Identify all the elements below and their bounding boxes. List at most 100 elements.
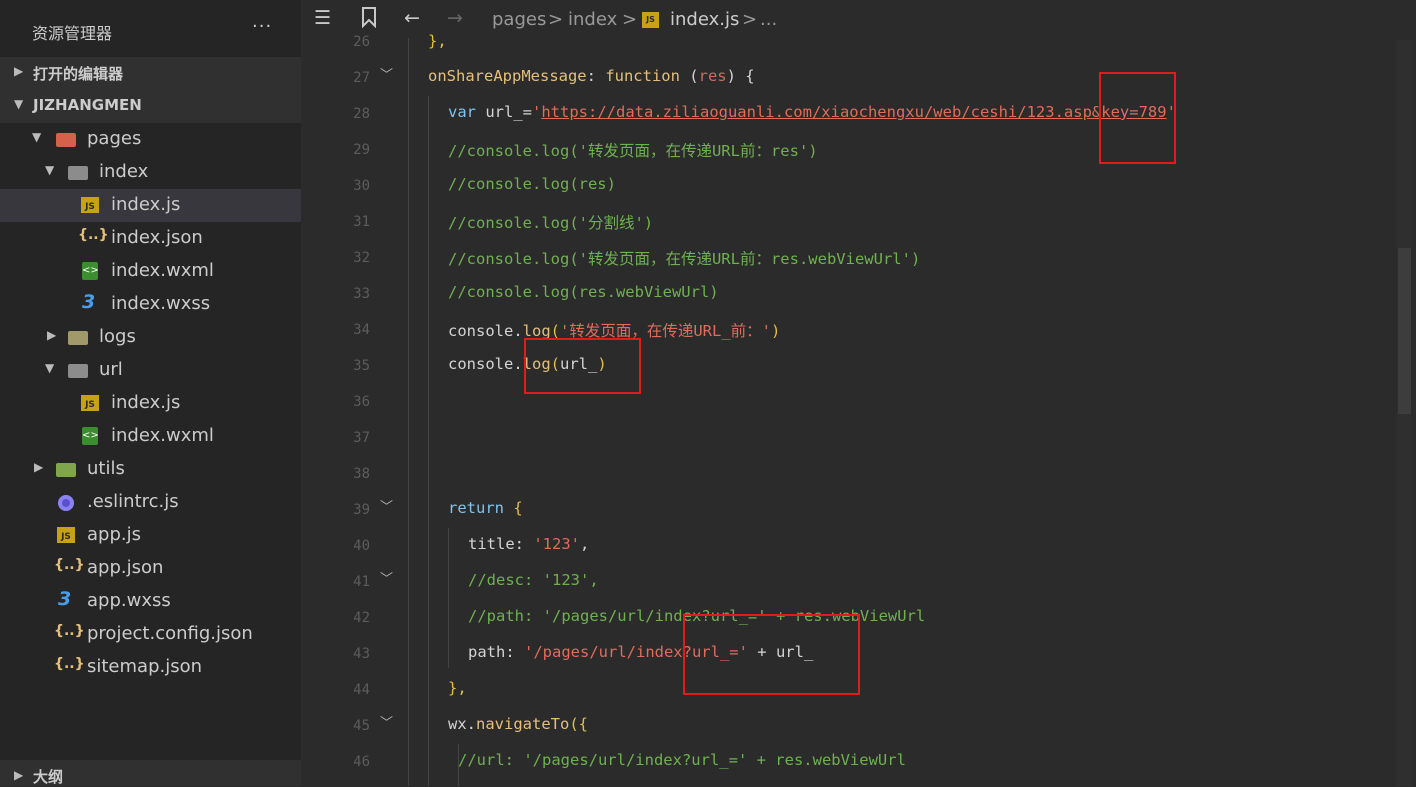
- tree-item-app-js[interactable]: JS app.js: [0, 519, 301, 552]
- tree-item-sitemap[interactable]: {..} sitemap.json: [0, 651, 301, 684]
- code-line-33: //console.log(res.webViewUrl): [448, 283, 719, 301]
- code-token: ) {: [726, 67, 755, 85]
- folder-pages-icon: [56, 133, 76, 147]
- explorer-title: 资源管理器: [32, 24, 113, 43]
- wxss-file-icon: 3: [58, 588, 72, 610]
- chevron-down-icon: ▼: [14, 97, 24, 111]
- code-token: return: [448, 499, 504, 517]
- code-token: :: [586, 67, 606, 85]
- breadcrumb-pages[interactable]: pages: [492, 9, 546, 30]
- json-file-icon: {..}: [78, 227, 109, 243]
- tree-item-index-json[interactable]: {..} index.json: [0, 222, 301, 255]
- chevron-right-icon: ▶: [14, 64, 24, 78]
- line-number: 32: [353, 250, 370, 266]
- fold-chevron-icon[interactable]: ﹀: [380, 712, 393, 731]
- code-line-26: },: [428, 32, 447, 50]
- list-icon[interactable]: ☰: [314, 7, 331, 29]
- line-number: 35: [353, 358, 370, 374]
- tree-item-label: project.config.json: [87, 623, 253, 644]
- tree-item-eslintrc[interactable]: .eslintrc.js: [0, 486, 301, 519]
- js-file-icon: JS: [642, 12, 659, 28]
- json-file-icon: {..}: [54, 656, 85, 672]
- tree-item-label: sitemap.json: [87, 656, 203, 677]
- line-number: 36: [353, 394, 370, 410]
- code-token: '123': [533, 535, 580, 553]
- code-line-44: },: [448, 679, 467, 697]
- code-token: navigateTo: [476, 715, 570, 733]
- fold-chevron-icon[interactable]: ﹀: [380, 496, 393, 515]
- url-link[interactable]: https://data.ziliaoguanli.com/xiaochengx…: [541, 103, 1166, 121]
- line-number: 26: [353, 34, 370, 50]
- code-token: ': [532, 103, 542, 121]
- tree-item-logs[interactable]: ▶ logs: [0, 321, 301, 354]
- tree-item-index-wxss[interactable]: 3 index.wxss: [0, 288, 301, 321]
- tree-item-label: index.wxml: [111, 425, 214, 446]
- code-token: console.: [448, 355, 523, 373]
- tree-item-label: index.js: [111, 392, 181, 413]
- code-token: res: [698, 67, 727, 85]
- tree-item-label: index.wxss: [111, 293, 211, 314]
- tree-item-project-config[interactable]: {..} project.config.json: [0, 618, 301, 651]
- section-open-editors[interactable]: ▶ 打开的编辑器: [0, 57, 301, 90]
- tree-item-pages[interactable]: ▼ pages: [0, 123, 301, 156]
- tree-item-label: index.json: [111, 227, 203, 248]
- fold-chevron-icon[interactable]: ﹀: [380, 64, 393, 83]
- tree-item-url-index-js[interactable]: JS index.js: [0, 387, 301, 420]
- tree-item-utils[interactable]: ▶ utils: [0, 453, 301, 486]
- tree-item-app-json[interactable]: {..} app.json: [0, 552, 301, 585]
- arrow-right-icon[interactable]: →: [447, 7, 463, 29]
- breadcrumb-file[interactable]: index.js: [670, 9, 739, 30]
- chevron-down-icon: ▼: [32, 130, 42, 144]
- js-file-icon: JS: [57, 527, 75, 543]
- tree-item-index-wxml[interactable]: <> index.wxml: [0, 255, 301, 288]
- tree-item-label: index.wxml: [111, 260, 214, 281]
- code-token: url_=: [476, 103, 532, 121]
- breadcrumb-index[interactable]: index: [568, 9, 617, 30]
- breadcrumb-separator: >: [742, 9, 758, 30]
- tree-item-url-index-wxml[interactable]: <> index.wxml: [0, 420, 301, 453]
- chevron-right-icon: ▶: [14, 768, 24, 782]
- scrollbar-thumb[interactable]: [1398, 248, 1411, 414]
- fold-chevron-icon[interactable]: ﹀: [380, 568, 393, 587]
- tree-item-app-wxss[interactable]: 3 app.wxss: [0, 585, 301, 618]
- js-file-icon: JS: [81, 395, 99, 411]
- line-number: 44: [353, 682, 370, 698]
- folder-utils-icon: [56, 463, 76, 477]
- bookmark-icon[interactable]: [360, 6, 378, 28]
- more-actions-icon[interactable]: ···: [252, 16, 272, 37]
- tree-item-label: app.wxss: [87, 590, 171, 611]
- section-outline[interactable]: ▶ 大纲: [0, 760, 301, 786]
- code-line-32: //console.log('转发页面，在传递URL前：res.webViewU…: [448, 250, 921, 268]
- code-line-41: //desc: '123',: [468, 571, 599, 589]
- highlight-box-url-key: [1099, 72, 1176, 164]
- line-number: 42: [353, 610, 370, 626]
- line-number: 30: [353, 178, 370, 194]
- explorer-header: 资源管理器 ···: [0, 0, 301, 56]
- arrow-left-icon[interactable]: ←: [404, 7, 420, 29]
- tree-item-label: app.js: [87, 524, 141, 545]
- code-area[interactable]: }, onShareAppMessage: function (res) { v…: [408, 32, 1398, 786]
- code-token: wx.: [448, 715, 476, 733]
- line-number: 31: [353, 214, 370, 230]
- editor-toolbar: ☰ ← → pages > index > JS index.js > ...: [302, 0, 1416, 38]
- tree-item-label: utils: [87, 458, 125, 479]
- tree-item-index-folder[interactable]: ▼ index: [0, 156, 301, 189]
- wxml-file-icon: <>: [82, 427, 99, 445]
- line-number: 33: [353, 286, 370, 302]
- tree-item-index-js[interactable]: JS index.js: [0, 189, 301, 222]
- indent-guide: [408, 38, 409, 786]
- folder-logs-icon: [68, 331, 88, 345]
- code-line-46: //url: '/pages/url/index?url_=' + res.we…: [458, 751, 906, 769]
- breadcrumb-ellipsis[interactable]: ...: [760, 9, 777, 30]
- code-line-45: wx.navigateTo({: [448, 715, 588, 733]
- section-project[interactable]: ▼ JIZHANGMEN: [0, 90, 301, 123]
- code-token: path:: [468, 643, 524, 661]
- tree-item-label: index: [99, 161, 149, 182]
- breadcrumb-separator: >: [548, 9, 564, 30]
- chevron-down-icon: ▼: [45, 163, 55, 177]
- tree-item-label: url: [99, 359, 123, 380]
- tree-item-url-folder[interactable]: ▼ url: [0, 354, 301, 387]
- folder-icon: [68, 364, 88, 378]
- code-token: ,: [580, 535, 590, 553]
- tree-item-label: app.json: [87, 557, 164, 578]
